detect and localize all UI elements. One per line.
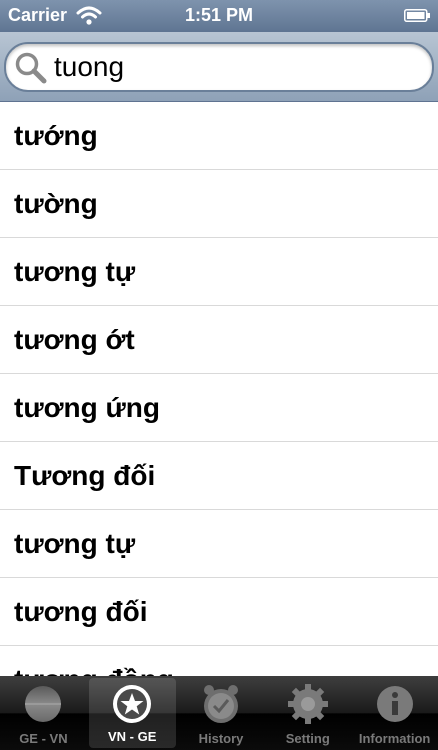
list-item[interactable]: tương tự (0, 510, 438, 578)
flag-icon (25, 686, 62, 722)
status-bar: Carrier 1:51 PM (0, 0, 438, 32)
tab-label: Setting (285, 731, 330, 746)
tab-ge-vn[interactable]: GE - VN (0, 676, 87, 750)
gear-icon (287, 684, 328, 724)
search-icon (15, 52, 47, 84)
list-item[interactable]: tương tự (0, 238, 438, 306)
search-bar (0, 32, 438, 102)
tab-label: Information (358, 731, 431, 746)
clock-icon (203, 685, 238, 723)
status-time: 1:51 PM (184, 5, 254, 25)
list-item[interactable]: tương đối (0, 578, 438, 646)
tab-setting[interactable]: Setting (264, 676, 351, 750)
info-icon (376, 686, 413, 722)
star-icon (113, 685, 152, 723)
list-item[interactable]: Tương đối (0, 442, 438, 510)
search-field[interactable] (4, 42, 434, 92)
tab-history[interactable]: History (178, 676, 265, 750)
list-item[interactable]: tương đồng (0, 646, 438, 676)
results-list: tướng tường tương tự tương ớt tương ứng … (0, 102, 438, 676)
list-item[interactable]: tường (0, 170, 438, 238)
list-item[interactable]: tương ứng (0, 374, 438, 442)
search-input[interactable] (54, 48, 424, 86)
list-item[interactable]: tướng (0, 102, 438, 170)
battery-icon (404, 9, 430, 22)
tab-information[interactable]: Information (351, 676, 438, 750)
tab-vn-ge[interactable]: VN - GE (88, 678, 176, 748)
tab-label: GE - VN (19, 731, 68, 746)
tab-label: History (198, 731, 244, 746)
tab-label: VN - GE (107, 729, 157, 744)
list-item[interactable]: tương ớt (0, 306, 438, 374)
tab-bar: GE - VN VN - GE History Setting Informat… (0, 676, 438, 750)
